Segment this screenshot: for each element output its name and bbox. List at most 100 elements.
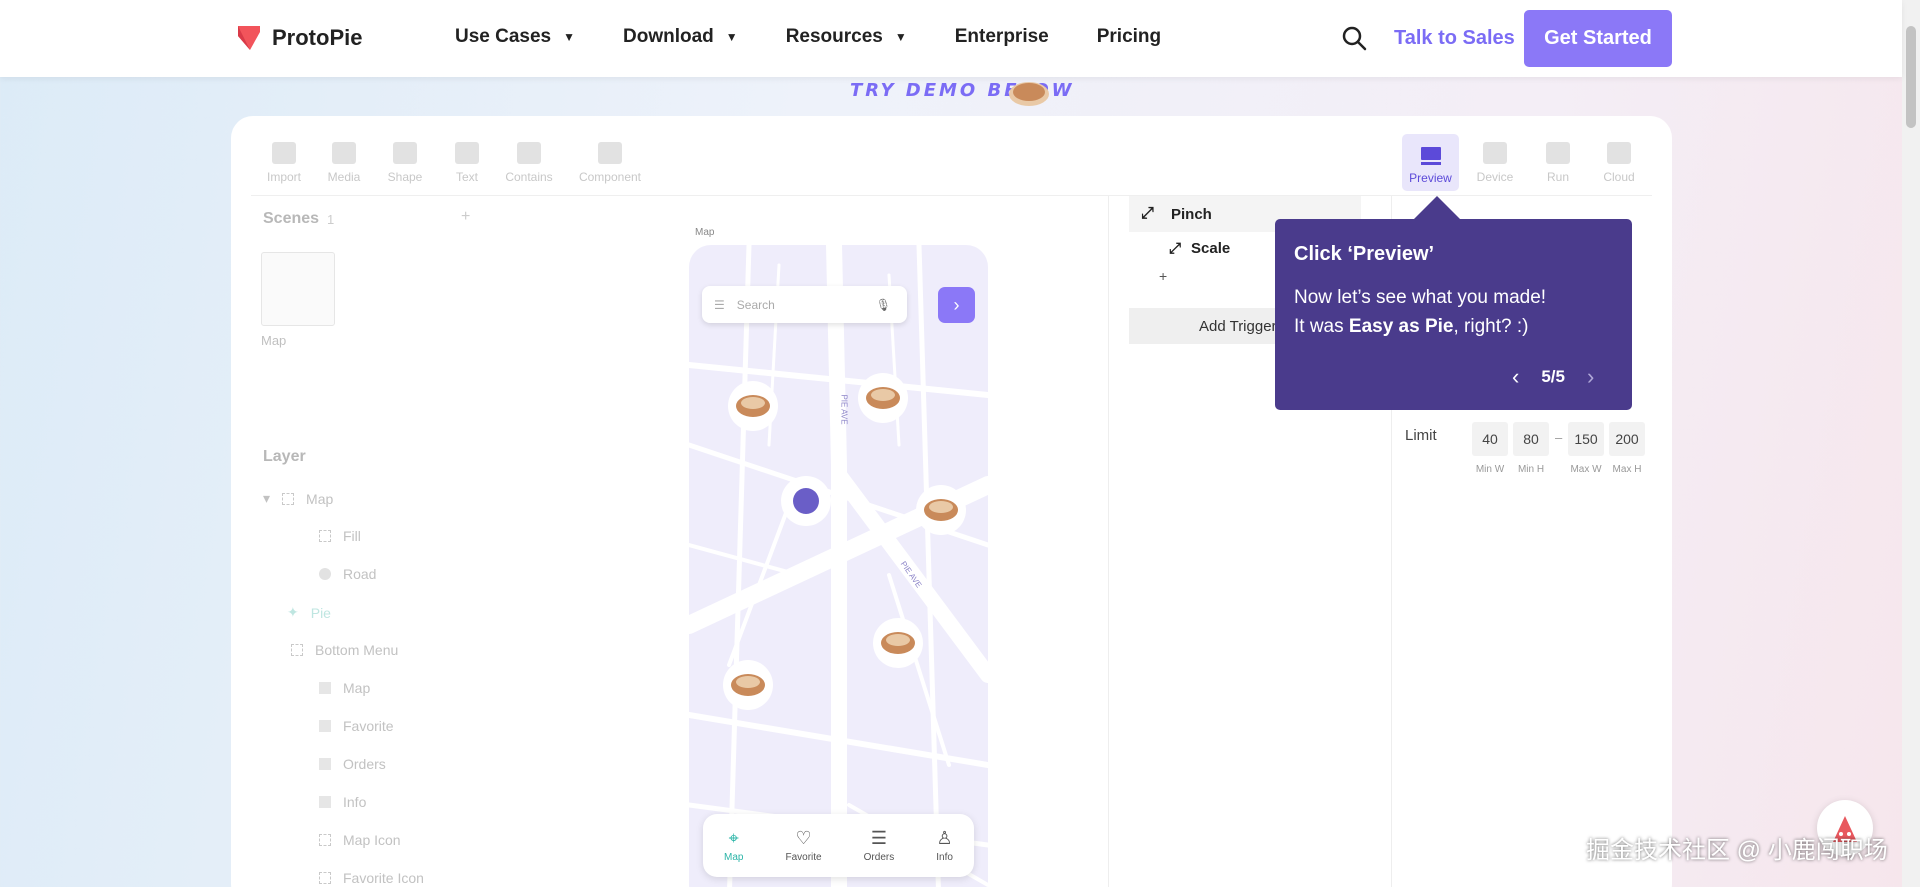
- scene-thumbnail[interactable]: [261, 252, 335, 326]
- pie-icon: [1009, 82, 1049, 106]
- toolbar-label: Component: [578, 170, 642, 184]
- image-icon: [332, 142, 356, 164]
- menu-enterprise[interactable]: Enterprise: [955, 26, 1049, 48]
- search-go-button[interactable]: ›: [938, 287, 975, 323]
- top-navbar: ProtoPie Use Cases ▼ Download ▼ Resources ▼…: [0, 0, 1902, 77]
- layer-row[interactable]: Bottom Menu: [291, 642, 398, 658]
- max-height-field[interactable]: 200: [1609, 422, 1645, 456]
- layer-row[interactable]: Orders: [319, 756, 386, 772]
- min-width-field[interactable]: 40: [1472, 422, 1508, 456]
- text-icon: [319, 758, 331, 770]
- layer-row[interactable]: Fill: [319, 528, 361, 544]
- bottom-tab-map[interactable]: ⌖ Map: [724, 828, 743, 863]
- tooltip-bold-text: Easy as Pie: [1348, 316, 1454, 337]
- protopie-logo-icon: [238, 26, 260, 50]
- toolbar-cloud[interactable]: Cloud: [1588, 142, 1650, 184]
- max-width-field[interactable]: 150: [1568, 422, 1604, 456]
- panel-divider: [1108, 196, 1109, 887]
- menu-icon[interactable]: ☰: [714, 298, 725, 312]
- range-dash: –: [1555, 430, 1563, 445]
- scenes-count: 1: [327, 212, 335, 227]
- image-icon: [319, 568, 331, 580]
- preview-button[interactable]: Preview: [1402, 134, 1459, 191]
- star-icon: ✦: [287, 604, 299, 620]
- toolbar-label: Import: [266, 170, 301, 184]
- menu-resources[interactable]: Resources ▼: [786, 26, 907, 48]
- brand-logo[interactable]: ProtoPie: [236, 24, 362, 52]
- expand-arrows-icon: ⤢: [1141, 205, 1154, 222]
- scene-name-label: Map: [695, 227, 715, 238]
- toolbar-label: Shape: [387, 170, 423, 184]
- tooltip-line: Now let’s see what you made!: [1294, 287, 1547, 308]
- page-scrollbar[interactable]: [1902, 0, 1920, 887]
- layer-row[interactable]: Info: [319, 794, 366, 810]
- pager-count: 5/5: [1541, 367, 1565, 386]
- bottom-tab-info[interactable]: ♙ Info: [936, 828, 953, 863]
- tab-label: Map: [724, 852, 744, 863]
- search-icon[interactable]: [1340, 24, 1368, 52]
- toolbar-media[interactable]: Media: [313, 142, 375, 184]
- import-icon: [272, 142, 296, 164]
- tooltip-text: , right? :): [1453, 316, 1529, 337]
- field-caption: Max H: [1612, 464, 1642, 475]
- talk-to-sales-link[interactable]: Talk to Sales: [1394, 27, 1515, 50]
- toolbar-text[interactable]: Text: [436, 142, 498, 184]
- text-icon: [319, 720, 331, 732]
- toolbar-contains[interactable]: Contains: [498, 142, 560, 184]
- brand-name: ProtoPie: [272, 25, 363, 50]
- tab-label: Orders: [863, 852, 895, 863]
- toolbar-label: Run: [1546, 170, 1569, 184]
- container-icon: [319, 530, 331, 542]
- response-label: Scale: [1191, 240, 1231, 257]
- add-response-icon[interactable]: +: [1159, 268, 1167, 284]
- collapse-icon: ▾: [263, 490, 271, 506]
- menu-label: Pricing: [1096, 26, 1162, 47]
- bottom-tab-favorite[interactable]: ♡ Favorite: [786, 828, 822, 863]
- layer-row[interactable]: Favorite Icon: [319, 870, 424, 886]
- menu-download[interactable]: Download ▼: [623, 26, 738, 48]
- layer-row[interactable]: Favorite: [319, 718, 394, 734]
- layer-row[interactable]: Map: [319, 680, 370, 696]
- cloud-icon: [1607, 142, 1631, 164]
- phone-canvas[interactable]: PIE AVE PIE AVE ☰ Search 🎙 › ⌖ Map ♡ Fav…: [689, 245, 988, 887]
- response-scale[interactable]: ⤢ Scale: [1169, 240, 1230, 257]
- toolbar-import[interactable]: Import: [253, 142, 315, 184]
- get-started-button[interactable]: Get Started: [1524, 10, 1672, 67]
- device-icon: [1483, 142, 1507, 164]
- map-search-bar[interactable]: ☰ Search 🎙: [702, 286, 907, 323]
- main-menu: Use Cases ▼ Download ▼ Resources ▼ Enterpri…: [455, 26, 1209, 48]
- street-label: PIE AVE: [839, 394, 849, 425]
- chevron-right-icon[interactable]: ›: [1587, 364, 1594, 390]
- chevron-right-icon: ›: [953, 294, 960, 315]
- layer-row[interactable]: Road: [319, 566, 376, 582]
- min-height-field[interactable]: 80: [1513, 422, 1549, 456]
- layer-row[interactable]: ✦ Pie: [287, 604, 331, 621]
- chevron-left-icon[interactable]: ‹: [1512, 364, 1519, 390]
- phone-bottom-menu: ⌖ Map ♡ Favorite ☰ Orders ♙ Info: [703, 814, 974, 877]
- caret-down-icon: ▼: [894, 30, 907, 44]
- toolbar-shape[interactable]: Shape: [374, 142, 436, 184]
- toolbar-device[interactable]: Device: [1464, 142, 1526, 184]
- scrollbar-thumb[interactable]: [1906, 26, 1916, 128]
- text-icon: [319, 796, 331, 808]
- tooltip-title: Click ‘Preview’: [1294, 243, 1435, 265]
- checklist-icon: ☰: [870, 828, 887, 848]
- field-caption: Min W: [1475, 464, 1505, 475]
- layer-label: Road: [343, 566, 377, 582]
- layer-row[interactable]: ▾ Map: [263, 490, 333, 507]
- add-scene-icon[interactable]: +: [461, 208, 470, 226]
- limit-label: Limit: [1405, 427, 1437, 444]
- layer-label: Favorite: [343, 718, 394, 734]
- layer-row[interactable]: Map Icon: [319, 832, 401, 848]
- toolbar-component[interactable]: Component: [571, 142, 649, 184]
- microphone-icon[interactable]: 🎙: [876, 298, 891, 312]
- scenes-title: Scenes: [263, 210, 320, 227]
- menu-use-cases[interactable]: Use Cases ▼: [455, 26, 575, 48]
- play-icon: [1546, 142, 1570, 164]
- bottom-tab-orders[interactable]: ☰ Orders: [864, 828, 895, 863]
- text-icon: [455, 142, 479, 164]
- menu-pricing[interactable]: Pricing: [1097, 26, 1161, 48]
- toolbar-label: Media: [327, 170, 361, 184]
- toolbar-run[interactable]: Run: [1527, 142, 1589, 184]
- container-icon: [319, 872, 331, 884]
